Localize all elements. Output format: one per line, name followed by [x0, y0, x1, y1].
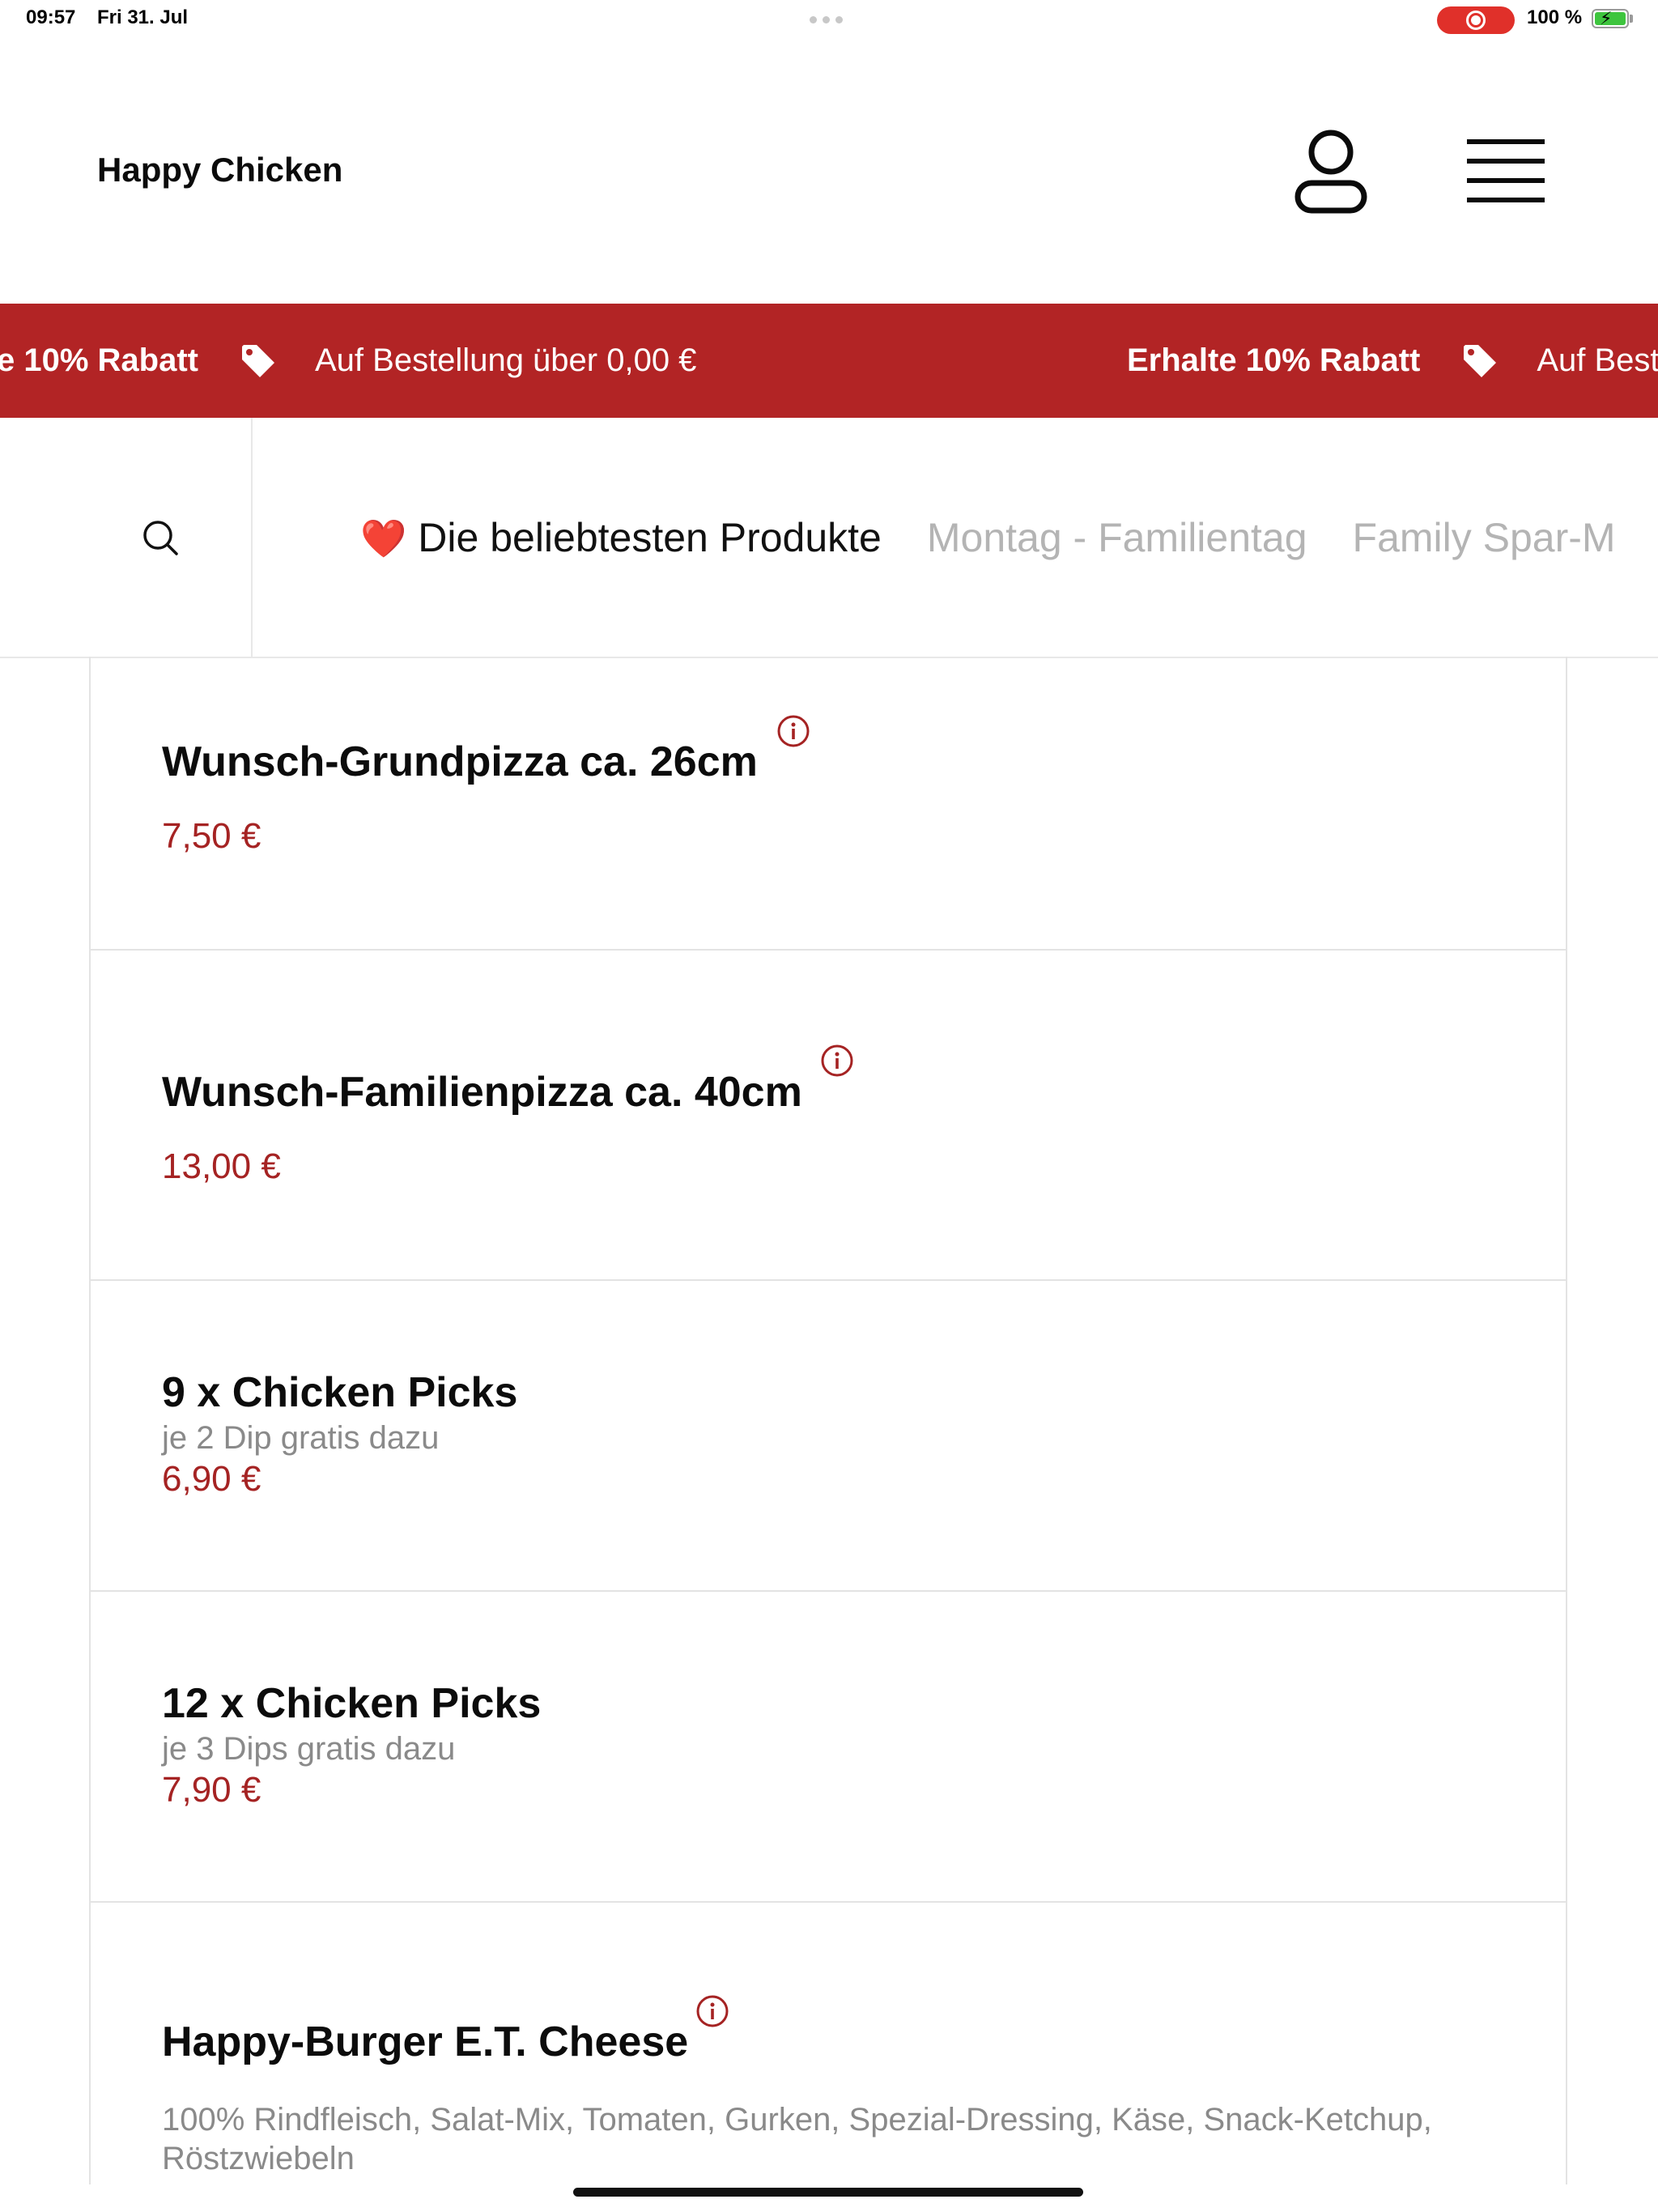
tag-icon	[1464, 344, 1497, 377]
battery-percentage: 100 %	[1527, 6, 1583, 28]
promo-text: Auf Bestellung über 0,00 €	[314, 342, 697, 378]
charging-bolt-icon: ⚡	[1600, 8, 1613, 28]
heart-icon: ❤️	[360, 517, 407, 559]
person-icon	[1295, 130, 1367, 214]
product-name: 9 x Chicken Picks	[162, 1369, 518, 1416]
product-description: je 3 Dips gratis dazu	[162, 1731, 456, 1767]
account-button[interactable]	[1294, 128, 1368, 217]
product-name: Happy-Burger E.T. Cheese	[162, 2018, 689, 2065]
promo-text: Auf Best	[1537, 342, 1658, 378]
tab-label: Die beliebtesten Produkte	[418, 514, 882, 560]
product-price: 13,00 €	[162, 1146, 281, 1186]
promo-banner: e 10% Rabatt Auf Bestellung über 0,00 € …	[0, 304, 1658, 418]
search-icon	[143, 521, 178, 555]
tag-icon	[241, 344, 274, 377]
tab-popular-products[interactable]: ❤️ Die beliebtesten Produkte	[360, 514, 882, 561]
status-bar: 09:57 Fri 31. Jul 100 % ⚡	[0, 0, 1658, 40]
product-description: 100% Rindfleisch, Salat-Mix, Tomaten, Gu…	[162, 2102, 1432, 2176]
battery-icon: ⚡	[1592, 9, 1629, 28]
promo-bold-text: Erhalte 10% Rabatt	[1127, 342, 1421, 378]
hamburger-menu-icon	[1467, 139, 1545, 202]
product-list: Wunsch-Grundpizza ca. 26cm 7,50 € Wunsch…	[89, 657, 1567, 2184]
tab-family-spar-menu[interactable]: Family Spar-M	[1353, 514, 1616, 561]
info-icon[interactable]	[776, 714, 810, 748]
tab-monday-family-day[interactable]: Montag - Familientag	[927, 514, 1307, 561]
screen-recording-indicator[interactable]	[1437, 6, 1515, 34]
product-card[interactable]: Wunsch-Grundpizza ca. 26cm 7,50 €	[91, 657, 1566, 951]
promo-item: Erhalte 10% Rabatt Auf Best	[1127, 304, 1658, 418]
product-card[interactable]: Wunsch-Familienpizza ca. 40cm 13,00 €	[91, 951, 1566, 1281]
promo-item: e 10% Rabatt Auf Bestellung über 0,00 €	[0, 304, 696, 418]
product-price: 7,50 €	[162, 816, 261, 856]
product-name: Wunsch-Grundpizza ca. 26cm	[162, 738, 758, 785]
category-tabs: ❤️ Die beliebtesten Produkte Montag - Fam…	[360, 418, 1616, 657]
status-time: 09:57	[26, 6, 76, 28]
category-nav: ❤️ Die beliebtesten Produkte Montag - Fam…	[0, 418, 1658, 658]
product-name: 12 x Chicken Picks	[162, 1680, 542, 1727]
info-icon[interactable]	[695, 1994, 729, 2028]
product-card[interactable]: 12 x Chicken Picks je 3 Dips gratis dazu…	[91, 1592, 1566, 1903]
menu-button[interactable]	[1465, 136, 1546, 209]
promo-bold-text: e 10% Rabatt	[0, 342, 198, 378]
product-price: 6,90 €	[162, 1459, 261, 1499]
status-date: Fri 31. Jul	[97, 6, 189, 28]
product-description: je 2 Dip gratis dazu	[162, 1420, 440, 1456]
product-card[interactable]: Happy-Burger E.T. Cheese 100% Rindfleisc…	[91, 1903, 1566, 2184]
multitasking-dots-icon[interactable]	[810, 16, 843, 23]
product-card[interactable]: 9 x Chicken Picks je 2 Dip gratis dazu 6…	[91, 1281, 1566, 1592]
home-indicator[interactable]	[573, 2188, 1083, 2197]
info-icon[interactable]	[820, 1044, 854, 1078]
app-title[interactable]: Happy Chicken	[97, 151, 342, 189]
product-name: Wunsch-Familienpizza ca. 40cm	[162, 1069, 802, 1116]
search-button[interactable]	[0, 418, 253, 657]
product-price: 7,90 €	[162, 1770, 261, 1810]
